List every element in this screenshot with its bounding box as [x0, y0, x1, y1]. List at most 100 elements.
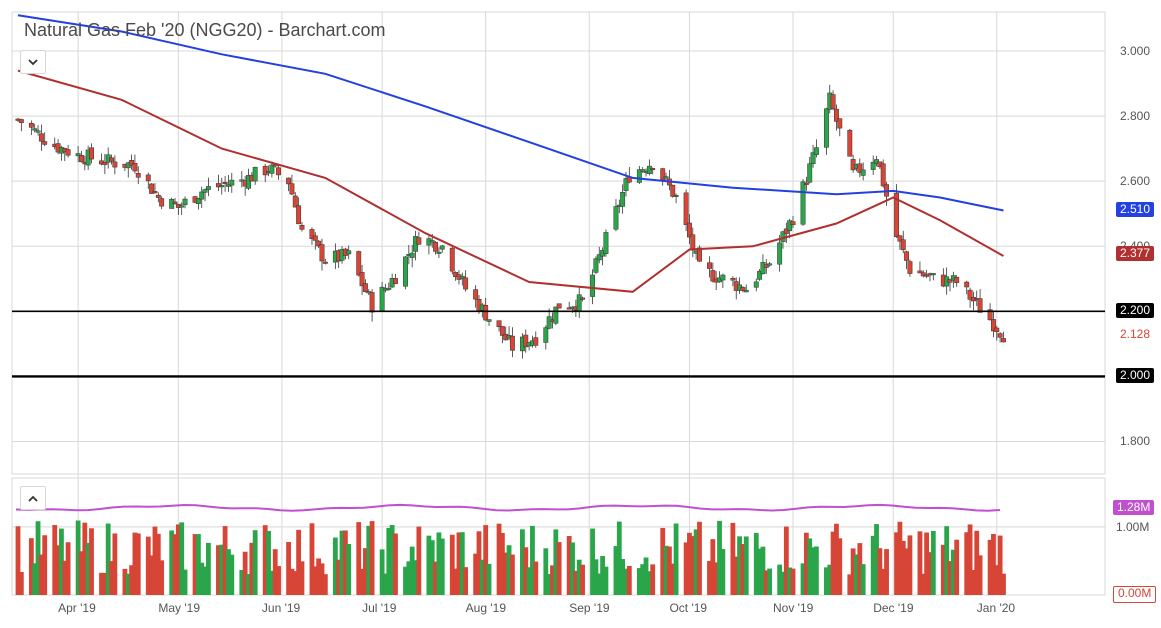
candle-body [777, 242, 783, 265]
x-tick-label: Oct '19 [669, 601, 708, 615]
candle-body [262, 165, 268, 176]
volume-bar [743, 536, 749, 595]
volume-bar [556, 542, 562, 595]
horizontal-level-badge: 2.200 [1116, 303, 1155, 319]
candle-body [707, 262, 712, 269]
candle-body [386, 287, 392, 290]
candle-body [18, 119, 24, 123]
candle-body [89, 147, 94, 160]
candle-body [880, 163, 886, 187]
volume-bar [159, 560, 165, 595]
volume-bar [930, 530, 936, 595]
x-tick-label: Nov '19 [773, 601, 814, 615]
candle-body [416, 237, 422, 245]
candle-body [319, 244, 325, 262]
candle-body [132, 163, 138, 172]
y-tick-label: 2.600 [1120, 174, 1151, 189]
candle-body [172, 201, 178, 204]
volume-bar [89, 528, 94, 595]
candle-body [543, 327, 549, 343]
volume-bar [416, 526, 422, 595]
candle-body [509, 335, 515, 351]
candle-body [1001, 338, 1006, 343]
volume-y-tick-label: 1.00M [1116, 519, 1150, 534]
candle-body [994, 327, 1000, 332]
candle-body [393, 278, 398, 284]
candle-body [28, 122, 34, 128]
candle-body [379, 286, 385, 312]
candle-body [743, 289, 749, 293]
horizontal-level-badge: 2.000 [1116, 368, 1155, 384]
candle-body [483, 304, 489, 321]
candle-body [613, 206, 619, 230]
volume-bar [182, 569, 188, 595]
moving-average-value-badge: 2.510 [1116, 202, 1155, 218]
candle-body [42, 141, 48, 145]
candle-body [830, 94, 836, 109]
moving-average-value-badge: 2.377 [1116, 245, 1155, 261]
candle-body [439, 245, 445, 250]
candle-body [900, 239, 906, 251]
candle-body [553, 306, 559, 324]
x-tick-label: Apr '19 [58, 601, 96, 615]
volume-bar [112, 533, 118, 595]
x-tick-label: Dec '19 [873, 601, 914, 615]
x-tick-label: Jan '20 [976, 601, 1016, 615]
volume-bar [884, 549, 889, 595]
candle-body [683, 192, 689, 225]
candle-body [205, 186, 211, 190]
candle-body [767, 263, 773, 266]
candle-body [38, 133, 44, 142]
chart-canvas[interactable] [0, 0, 1161, 623]
candle-body [997, 333, 1003, 338]
x-tick-label: Aug '19 [465, 601, 506, 615]
candle-body [229, 179, 235, 186]
candle-body [202, 189, 208, 193]
chart-title: Natural Gas Feb '20 (NGG20) - Barchart.c… [24, 20, 386, 40]
candle-body [663, 176, 669, 179]
volume-bar [346, 544, 352, 595]
volume-average-line [15, 503, 1001, 512]
collapse-panel-button[interactable] [20, 50, 46, 74]
volume-bar [510, 554, 515, 595]
candle-body [346, 250, 352, 255]
volume-bar [322, 574, 328, 595]
candle-body [429, 240, 435, 243]
candle-body [580, 297, 586, 300]
chart-container: Natural Gas Feb '20 (NGG20) - Barchart.c… [0, 0, 1161, 623]
candle-body [179, 205, 185, 208]
x-tick-label: Jun '19 [261, 601, 301, 615]
candle-body [673, 194, 679, 197]
candle-body [369, 292, 375, 313]
candle-body [977, 298, 983, 313]
volume-bar [439, 538, 445, 595]
expand-panel-button[interactable] [20, 486, 46, 510]
volume-bar [837, 538, 843, 595]
candle-body [823, 108, 829, 148]
candle-body [102, 162, 108, 165]
candle-body [860, 169, 866, 176]
candle-body [576, 294, 582, 312]
x-tick-label: Sep '19 [569, 601, 610, 615]
volume-bar [463, 567, 469, 595]
candle-body [803, 182, 809, 185]
candle-body [486, 319, 492, 322]
volume-bar [65, 542, 71, 595]
candle-body [155, 194, 161, 198]
volume-bar [767, 568, 773, 595]
candle-body [837, 118, 843, 129]
candle-body [296, 205, 302, 225]
volume-bar [135, 533, 141, 595]
candle-body [286, 177, 292, 185]
volume-bar [486, 563, 492, 595]
candle-body [760, 262, 766, 275]
candle-body [299, 225, 305, 230]
volume-bar [650, 564, 656, 595]
candle-body [159, 198, 165, 207]
candle-body [847, 129, 853, 157]
volume-current-badge: 0.00M [1113, 586, 1157, 603]
candle-body [433, 241, 439, 252]
candle-body [720, 274, 726, 281]
candle-body [593, 258, 599, 273]
volume-bar [580, 564, 585, 595]
